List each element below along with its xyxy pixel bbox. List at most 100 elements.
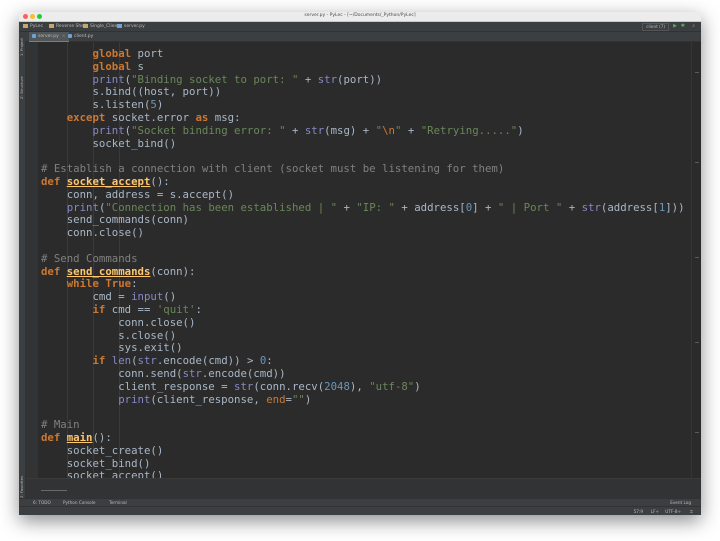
code-line[interactable]: conn.close() [41, 226, 685, 240]
todo-tool-button[interactable]: 6: TODO [33, 499, 51, 506]
code-token: str [182, 366, 202, 380]
code-token: (): [92, 430, 112, 444]
folder-icon [83, 23, 88, 28]
code-line[interactable] [41, 240, 685, 253]
code-token: port [131, 47, 164, 60]
line-gutter[interactable] [26, 42, 38, 478]
cursor-position[interactable]: 57:9 [634, 507, 643, 515]
code-line[interactable]: # Main [41, 418, 685, 432]
code-token: "utf-8" [369, 379, 415, 393]
code-token: .encode(cmd)) [201, 366, 286, 380]
bottom-tool-bar: 6: TODO Python Console Terminal Event Lo… [19, 498, 701, 506]
breadcrumb-single-client[interactable]: Single_Client [83, 23, 119, 30]
code-token: s.close() [41, 328, 177, 342]
code-token: as [195, 110, 209, 124]
editor-vertical-scrollbar[interactable] [691, 42, 701, 478]
structure-tool-button[interactable]: Z: Structure [19, 72, 25, 104]
editor-tab-bar: server.py × client.py [25, 32, 701, 42]
code-token: conn, address = s.accept() [41, 187, 235, 201]
encoding-select[interactable]: UTF-8÷ [665, 507, 681, 515]
code-token: socket_accept() [41, 469, 164, 478]
code-line[interactable]: print(client_response, end="") [41, 392, 685, 407]
code-token: print [92, 72, 125, 86]
line-separator-select[interactable]: LF÷ [651, 507, 659, 515]
ide-window: server.py - PyLec - [~/Documents/_Python… [19, 12, 701, 515]
editor-horizontal-scrollbar[interactable] [26, 478, 701, 499]
code-token: s.bind((host, port)) [41, 85, 222, 99]
code-token: "" [291, 392, 305, 406]
code-token: ) [414, 379, 421, 393]
code-editor[interactable]: global port global s print("Binding sock… [38, 42, 691, 478]
python-file-icon [68, 33, 72, 38]
code-token: ), [349, 379, 370, 393]
code-token: sys.exit() [41, 341, 183, 355]
code-token: send_commands(conn) [41, 213, 189, 227]
tab-server-py[interactable]: server.py × [29, 32, 69, 42]
code-token: cmd == [105, 302, 157, 316]
search-everywhere-icon[interactable]: ⌕ [692, 23, 695, 30]
debug-icon[interactable]: ✱ [681, 23, 685, 30]
run-icon[interactable]: ▶ [673, 23, 677, 30]
scroll-thumb[interactable] [41, 490, 67, 491]
python-file-icon [32, 33, 36, 38]
code-token: send_commands [66, 264, 151, 278]
code-token: + [298, 72, 318, 86]
code-token: s [131, 59, 144, 73]
code-token: " | Port " [497, 200, 563, 214]
code-token: end [266, 392, 286, 406]
code-token: ) [304, 392, 312, 406]
code-token: (): [150, 174, 170, 188]
breadcrumb-reverse-shell[interactable]: Reverse Shell [49, 23, 87, 30]
code-content[interactable]: global port global s print("Binding sock… [41, 47, 685, 478]
code-token: conn.close() [41, 315, 196, 329]
terminal-tool-button[interactable]: Terminal [109, 499, 127, 506]
run-configuration-select[interactable]: client (7) [642, 23, 669, 31]
code-token: (client_response, [150, 392, 267, 406]
code-token: () [163, 290, 177, 304]
code-token: "Retrying....." [420, 123, 518, 137]
code-token: + [401, 123, 421, 137]
code-token: if [92, 302, 106, 316]
code-token: str [137, 354, 157, 368]
event-log-tool-button[interactable]: Event Log [670, 499, 691, 506]
code-token: "Connection has been established | " [105, 200, 338, 214]
code-token: cmd = [41, 290, 132, 304]
code-token: ])) [665, 200, 685, 214]
code-line[interactable] [41, 406, 685, 419]
code-token: ] + [472, 200, 498, 214]
python-console-tool-button[interactable]: Python Console [63, 499, 95, 506]
code-token: str [317, 72, 338, 86]
code-token: socket_accept [66, 174, 151, 188]
title-bar: server.py - PyLec - [~/Documents/_Python… [19, 12, 701, 22]
code-token: except [66, 110, 106, 124]
code-token: "IP: " [356, 200, 395, 214]
lock-icon[interactable]: ⚿ [690, 507, 693, 515]
code-line[interactable]: socket_bind() [41, 137, 685, 151]
breadcrumb-project[interactable]: PyLec [23, 23, 43, 30]
code-token: str [304, 123, 325, 137]
code-token: : [195, 302, 202, 316]
status-bar: 57:9 LF÷ UTF-8÷ ⚿ [19, 506, 701, 515]
code-token: str [581, 200, 601, 214]
breadcrumb-file[interactable]: server.py [117, 23, 145, 30]
window-title: server.py - PyLec - [~/Documents/_Python… [304, 13, 416, 18]
code-token: # Establish a connection with client (so… [41, 162, 505, 176]
scroll-marker [695, 72, 699, 73]
code-token: + [562, 200, 582, 214]
code-token: conn.send( [41, 366, 183, 380]
tab-client-py[interactable]: client.py [65, 32, 96, 41]
code-line[interactable]: socket_accept() [41, 469, 685, 478]
scroll-marker [695, 162, 699, 163]
code-token: print [92, 123, 125, 137]
code-token: input [131, 290, 164, 304]
code-token: ) [517, 123, 524, 137]
code-token: + [337, 200, 357, 214]
code-token: conn.close() [41, 226, 144, 240]
